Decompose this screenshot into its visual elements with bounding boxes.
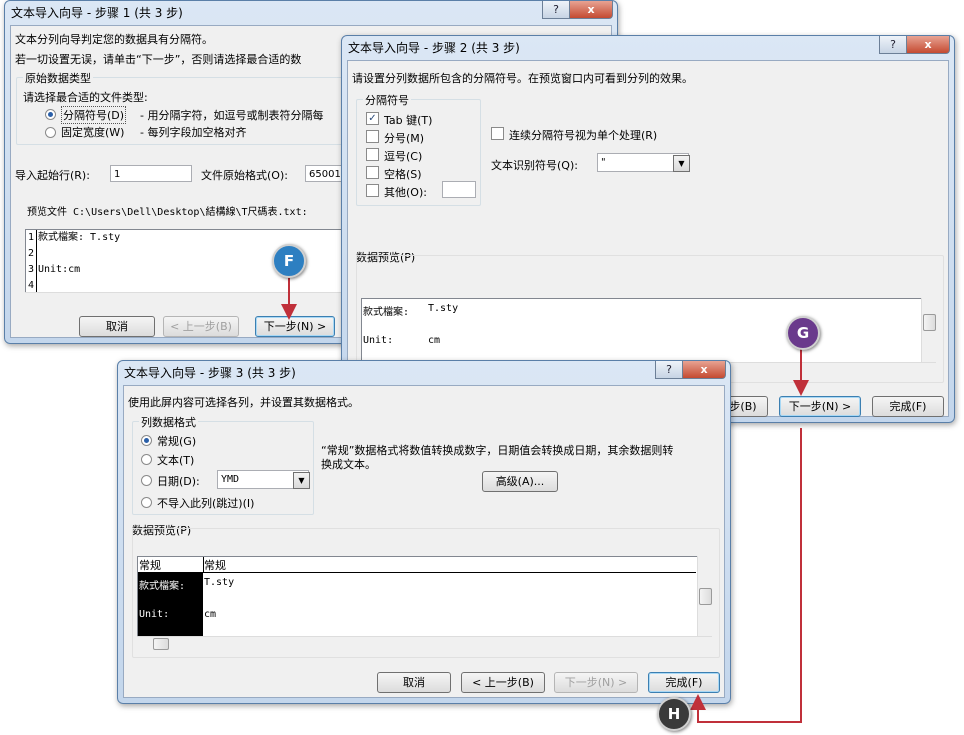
step1-line1: 文本分列向导判定您的数据具有分隔符。 <box>15 33 213 46</box>
marker-g: G <box>786 316 820 350</box>
delimiter-group: 分隔符号 ✓ Tab 键(T) 分号(M) 逗号(C) 空格(S) 其他(O): <box>356 92 481 206</box>
help-button[interactable]: ? <box>655 361 683 379</box>
date-label[interactable]: 日期(D): <box>157 473 200 489</box>
close-button[interactable]: x <box>569 1 613 19</box>
consecutive-checkbox[interactable] <box>491 127 504 140</box>
delimited-desc: - 用分隔字符，如逗号或制表符分隔每 <box>140 109 324 122</box>
tab-checkbox[interactable]: ✓ <box>366 112 379 125</box>
marker-h: H <box>657 697 691 731</box>
comma-label[interactable]: 逗号(C) <box>384 148 422 164</box>
step3-title: 文本导入向导 - 步骤 3 (共 3 步) <box>124 366 296 380</box>
data-type-legend: 原始数据类型 <box>23 70 93 86</box>
fixed-width-desc: - 每列字段加空格对齐 <box>140 126 247 139</box>
column-format-group: 列数据格式 常规(G) 文本(T) 日期(D): YMD ▼ 不导入此列(跳过)… <box>132 414 314 515</box>
step3-dialog: 文本导入向导 - 步骤 3 (共 3 步) ? x 使用此屏内容可选择各列，并设… <box>117 360 731 704</box>
text-label[interactable]: 文本(T) <box>157 452 194 468</box>
preview-cell: 款式檔案: <box>139 581 186 592</box>
scroll-thumb[interactable] <box>699 588 712 605</box>
line-text: Unit:cm <box>38 264 81 275</box>
preview-cell: T.sty <box>428 303 459 314</box>
format-description-2: 换成文本。 <box>321 458 376 471</box>
step1-title: 文本导入向导 - 步骤 1 (共 3 步) <box>11 6 183 20</box>
start-row-input[interactable]: 1 <box>110 165 192 182</box>
delimited-radio[interactable] <box>45 109 56 120</box>
step2-instruction: 请设置分列数据所包含的分隔符号。在预览窗口内可看到分列的效果。 <box>352 72 693 85</box>
line-number: 2 <box>26 246 37 262</box>
chevron-down-icon[interactable]: ▼ <box>673 155 690 172</box>
space-label[interactable]: 空格(S) <box>384 166 422 182</box>
tab-label[interactable]: Tab 键(T) <box>384 112 432 128</box>
chevron-down-icon[interactable]: ▼ <box>293 472 310 489</box>
qualifier-label: 文本识别符号(Q): <box>491 159 578 172</box>
preview-cell: cm <box>204 609 217 620</box>
cancel-button[interactable]: 取消 <box>377 672 451 693</box>
column-header[interactable]: 常规 <box>138 557 204 573</box>
origin-select[interactable]: 65001 <box>305 165 345 182</box>
comma-checkbox[interactable] <box>366 148 379 161</box>
cancel-button[interactable]: 取消 <box>79 316 155 337</box>
step3-preview: 常规 常规 款式檔案: T.sty Unit: cm <box>137 556 699 638</box>
finish-button[interactable]: 完成(F) <box>648 672 720 693</box>
preview-cell: Unit: <box>363 335 394 346</box>
semicolon-checkbox[interactable] <box>366 130 379 143</box>
next-button[interactable]: 下一步(N) > <box>779 396 861 417</box>
advanced-button[interactable]: 高级(A)... <box>482 471 558 492</box>
step2-vscroll[interactable] <box>921 298 937 362</box>
step1-line2: 若一切设置无误，请单击“下一步”，否则请选择最合适的数 <box>15 53 302 66</box>
close-button[interactable]: x <box>682 361 726 379</box>
marker-f: F <box>272 244 306 278</box>
general-label[interactable]: 常规(G) <box>157 433 196 449</box>
consecutive-label[interactable]: 连续分隔符号视为单个处理(R) <box>509 127 657 143</box>
step3-vscroll[interactable] <box>697 556 713 636</box>
help-button[interactable]: ? <box>879 36 907 54</box>
preview-cell: T.sty <box>204 577 235 588</box>
line-number: 3 <box>26 262 37 278</box>
skip-radio[interactable] <box>141 497 152 508</box>
step2-preview: 款式檔案: T.sty Unit: cm <box>361 298 923 364</box>
date-radio[interactable] <box>141 475 152 486</box>
finish-button[interactable]: 完成(F) <box>872 396 944 417</box>
preview-cell: 款式檔案: <box>363 307 410 318</box>
other-checkbox[interactable] <box>366 184 379 197</box>
step2-title: 文本导入向导 - 步骤 2 (共 3 步) <box>348 41 520 55</box>
next-button: 下一步(N) > <box>554 672 638 693</box>
help-button[interactable]: ? <box>542 1 570 19</box>
delimiter-legend: 分隔符号 <box>363 92 411 108</box>
fixed-width-label[interactable]: 固定宽度(W) <box>61 124 124 140</box>
scroll-thumb[interactable] <box>153 638 169 650</box>
semicolon-label[interactable]: 分号(M) <box>384 130 424 146</box>
choose-type-label: 请选择最合适的文件类型: <box>23 91 148 104</box>
step3-body: 使用此屏内容可选择各列，并设置其数据格式。 列数据格式 常规(G) 文本(T) … <box>123 385 725 698</box>
skip-label[interactable]: 不导入此列(跳过)(I) <box>157 495 254 511</box>
back-button: < 上一步(B) <box>163 316 239 337</box>
preview-cell: Unit: <box>139 609 170 620</box>
origin-label: 文件原始格式(O): <box>201 169 288 182</box>
other-label[interactable]: 其他(O): <box>384 184 427 200</box>
close-button[interactable]: x <box>906 36 950 54</box>
preview-cell: cm <box>428 335 441 346</box>
fixed-width-radio[interactable] <box>45 127 56 138</box>
column-header[interactable]: 常规 <box>204 557 696 573</box>
step3-hscroll[interactable] <box>137 636 712 651</box>
preview-file-label: 预览文件 C:\Users\Dell\Desktop\結構線\T尺碼表.txt: <box>27 207 308 218</box>
space-checkbox[interactable] <box>366 166 379 179</box>
line-text: 款式檔案: T.sty <box>38 232 121 243</box>
next-button[interactable]: 下一步(N) > <box>255 316 335 337</box>
step3-instruction: 使用此屏内容可选择各列，并设置其数据格式。 <box>128 396 359 409</box>
start-row-label: 导入起始行(R): <box>15 169 90 182</box>
other-input[interactable] <box>442 181 476 198</box>
text-radio[interactable] <box>141 454 152 465</box>
back-button[interactable]: < 上一步(B) <box>461 672 545 693</box>
column-format-legend: 列数据格式 <box>139 414 198 430</box>
scroll-thumb[interactable] <box>923 314 936 331</box>
general-radio[interactable] <box>141 435 152 446</box>
line-number: 1 <box>26 230 37 246</box>
delimited-label[interactable]: 分隔符号(D) <box>61 106 127 124</box>
